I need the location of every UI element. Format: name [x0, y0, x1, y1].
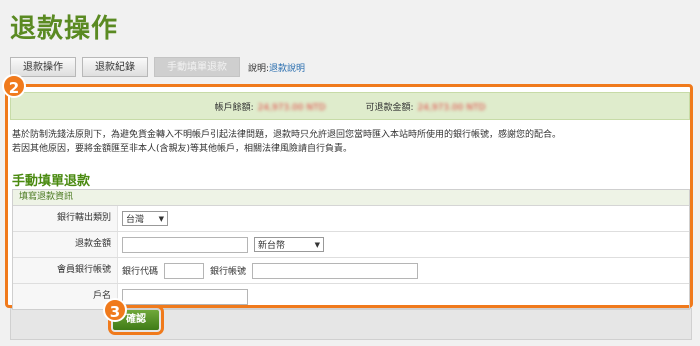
- account-name-input[interactable]: [122, 288, 248, 305]
- account-name-label: 戶名: [13, 284, 118, 309]
- bank-account-label: 銀行帳號: [210, 267, 247, 277]
- currency-value: 新台幣: [258, 241, 286, 251]
- refund-panel: 帳戶餘額: 24,973.00 NTD 可退款金額: 24,973.00 NTD 基…: [5, 84, 693, 310]
- refundable-amount: 可退款金額: 24,973.00 NTD: [366, 100, 486, 113]
- chevron-down-icon: ▼: [314, 240, 320, 249]
- refundable-amount-label: 可退款金額:: [365, 102, 414, 113]
- refund-form: 填寫退款資訊 銀行轄出類別 台灣 ▼ 退款金額 新台幣 ▼ 會員銀行帳號 銀行代…: [12, 189, 690, 310]
- bank-category-label: 銀行轄出類別: [13, 206, 118, 231]
- tab-manual-refund[interactable]: 手動填單退款: [154, 57, 240, 77]
- balance-bar: 帳戶餘額: 24,973.00 NTD 可退款金額: 24,973.00 NTD: [10, 92, 690, 120]
- step-badge-2: 2: [2, 74, 26, 98]
- step-badge-3: 3: [103, 298, 127, 322]
- account-balance-label: 帳戶餘額:: [214, 102, 254, 113]
- bank-category-select[interactable]: 台灣 ▼: [122, 211, 168, 226]
- amount-label: 退款金額: [13, 232, 118, 257]
- page-title: 退款操作: [10, 14, 119, 44]
- tab-refund-operation[interactable]: 退款操作: [10, 57, 76, 77]
- bank-code-input[interactable]: [164, 262, 205, 279]
- help-link[interactable]: 退款說明: [269, 64, 305, 74]
- form-header: 填寫退款資訊: [13, 190, 689, 206]
- refundable-amount-value: 24,973.00 NTD: [417, 102, 486, 113]
- bank-code-label: 銀行代碼: [122, 267, 159, 277]
- account-balance-value: 24,973.00 NTD: [257, 102, 326, 113]
- currency-select[interactable]: 新台幣 ▼: [254, 237, 324, 252]
- member-account-label: 會員銀行帳號: [13, 258, 118, 283]
- form-row-bank-category: 銀行轄出類別 台灣 ▼: [13, 206, 689, 232]
- notice-line-1: 基於防制洗錢法原則下，為避免貨金轉入不明帳戶引起法律問題，退款時只允許退回您當時…: [12, 130, 562, 140]
- help-text: 說明:退款說明: [248, 61, 305, 74]
- form-row-amount: 退款金額 新台幣 ▼: [13, 232, 689, 258]
- amount-input[interactable]: [122, 236, 248, 253]
- tab-bar: 退款操作 退款紀錄 手動填單退款 說明:退款說明: [10, 57, 305, 77]
- bank-category-value: 台灣: [126, 215, 145, 225]
- form-row-member-account: 會員銀行帳號 銀行代碼 銀行帳號: [13, 258, 689, 284]
- tab-refund-records[interactable]: 退款紀錄: [82, 57, 148, 77]
- notice-line-2: 若因其他原因，要將金額匯至非本人(含親友)等其他帳戶，相關法律風險請自行負責。: [12, 144, 353, 154]
- chevron-down-icon: ▼: [158, 214, 164, 223]
- section-title: 手動填單退款: [12, 174, 91, 189]
- help-prefix: 說明:: [248, 63, 270, 74]
- notice-text: 基於防制洗錢法原則下，為避免貨金轉入不明帳戶引起法律問題，退款時只允許退回您當時…: [12, 128, 682, 156]
- account-balance: 帳戶餘額: 24,973.00 NTD: [215, 100, 326, 113]
- bank-account-input[interactable]: [252, 262, 419, 279]
